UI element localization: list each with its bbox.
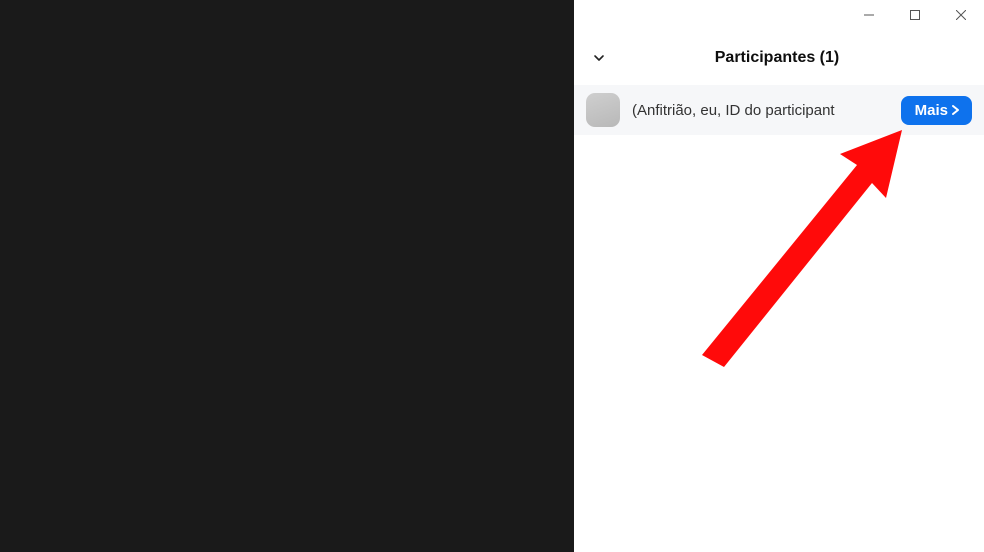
minimize-icon (864, 10, 874, 20)
video-area (0, 0, 574, 552)
participants-panel: Participantes (1) (Anfitrião, eu, ID do … (574, 0, 984, 552)
app-root: Participantes (1) (Anfitrião, eu, ID do … (0, 0, 984, 552)
more-button[interactable]: Mais (901, 96, 972, 125)
participant-row[interactable]: (Anfitrião, eu, ID do participant Mais (574, 85, 984, 135)
avatar (586, 93, 620, 127)
chevron-right-icon (951, 104, 960, 116)
minimize-button[interactable] (846, 0, 892, 30)
more-button-label: Mais (915, 102, 948, 119)
maximize-button[interactable] (892, 0, 938, 30)
participant-label: (Anfitrião, eu, ID do participant (632, 102, 893, 119)
window-controls (846, 0, 984, 30)
maximize-icon (910, 10, 920, 20)
close-icon (956, 10, 966, 20)
panel-header: Participantes (1) (574, 32, 984, 79)
close-button[interactable] (938, 0, 984, 30)
panel-title: Participantes (1) (588, 49, 966, 67)
